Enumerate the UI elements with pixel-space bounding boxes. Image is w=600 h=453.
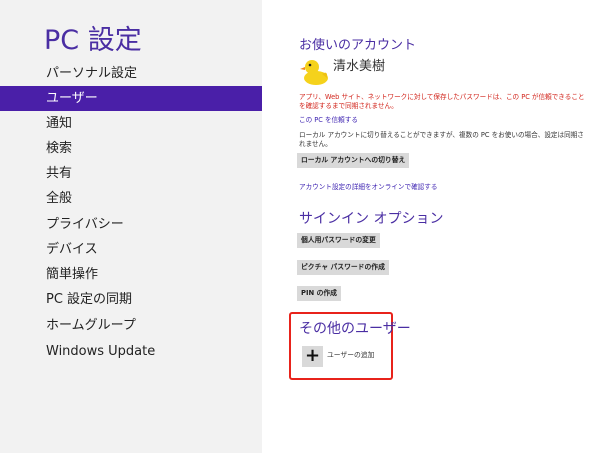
sidebar-item-label: パーソナル設定 bbox=[46, 66, 138, 81]
sync-warning-text: アプリ、Web サイト、ネットワークに対して保存したパスワードは、この PC が… bbox=[299, 93, 585, 110]
sidebar-item-sync-settings[interactable]: PC 設定の同期 bbox=[0, 287, 262, 312]
sidebar-item-label: プライバシー bbox=[46, 217, 124, 232]
create-pin-button[interactable]: PIN の作成 bbox=[297, 286, 341, 301]
content-pane: お使いのアカウント 清水美樹 アプリ、Web サイト、ネットワークに対して保存し… bbox=[262, 0, 600, 453]
navigation-pane: PC 設定 パーソナル設定 ユーザー 通知 検索 共有 全般 プライバシー デバ… bbox=[0, 0, 262, 453]
add-user-label: ユーザーの追加 bbox=[327, 351, 375, 359]
switch-to-local-account-button[interactable]: ローカル アカウントへの切り替え bbox=[297, 153, 410, 168]
sidebar-item-label: デバイス bbox=[46, 242, 98, 257]
add-user-button[interactable]: + ユーザーの追加 bbox=[302, 346, 392, 368]
signin-section-title: サインイン オプション bbox=[299, 211, 444, 227]
duck-avatar-icon bbox=[300, 56, 330, 86]
local-account-info: ローカル アカウントに切り替えることができますが、複数の PC をお使いの場合、… bbox=[299, 131, 584, 148]
sidebar-item-label: 共有 bbox=[46, 166, 73, 181]
page-title: PC 設定 bbox=[44, 25, 142, 56]
sidebar-item-notifications[interactable]: 通知 bbox=[0, 111, 262, 136]
plus-icon: + bbox=[302, 346, 323, 367]
sidebar-item-label: 全般 bbox=[46, 191, 73, 206]
sidebar-item-devices[interactable]: デバイス bbox=[0, 237, 262, 262]
sidebar-item-ease-of-access[interactable]: 簡単操作 bbox=[0, 262, 262, 287]
sidebar-item-label: 通知 bbox=[46, 116, 73, 131]
other-users-section-title: その他のユーザー bbox=[299, 321, 411, 337]
sidebar-item-windows-update[interactable]: Windows Update bbox=[0, 339, 262, 364]
sidebar-item-general[interactable]: 全般 bbox=[0, 186, 262, 211]
sidebar-item-label: PC 設定の同期 bbox=[46, 292, 133, 307]
account-settings-online-link[interactable]: アカウント設定の詳細をオンラインで確認する bbox=[299, 181, 437, 191]
sidebar-item-label: 簡単操作 bbox=[46, 267, 99, 282]
account-section-title: お使いのアカウント bbox=[299, 38, 417, 53]
sidebar-item-users[interactable]: ユーザー bbox=[0, 86, 262, 111]
bottom-scroll-strip bbox=[483, 444, 600, 453]
sidebar-item-search[interactable]: 検索 bbox=[0, 136, 262, 161]
change-password-button[interactable]: 個人用パスワードの変更 bbox=[297, 233, 380, 248]
sidebar-item-label: ユーザー bbox=[46, 91, 98, 106]
create-picture-password-button[interactable]: ピクチャ パスワードの作成 bbox=[297, 260, 389, 275]
sidebar-item-label: ホームグループ bbox=[46, 318, 136, 333]
account-name: 清水美樹 bbox=[333, 59, 386, 74]
sidebar-item-homegroup[interactable]: ホームグループ bbox=[0, 313, 262, 338]
sidebar-item-label: 検索 bbox=[46, 141, 73, 156]
sidebar-item-share[interactable]: 共有 bbox=[0, 161, 262, 186]
sidebar-item-personalize[interactable]: パーソナル設定 bbox=[0, 61, 262, 86]
trust-pc-link[interactable]: この PC を信頼する bbox=[299, 114, 358, 124]
sidebar-item-privacy[interactable]: プライバシー bbox=[0, 212, 262, 237]
sidebar-item-label: Windows Update bbox=[46, 344, 156, 359]
